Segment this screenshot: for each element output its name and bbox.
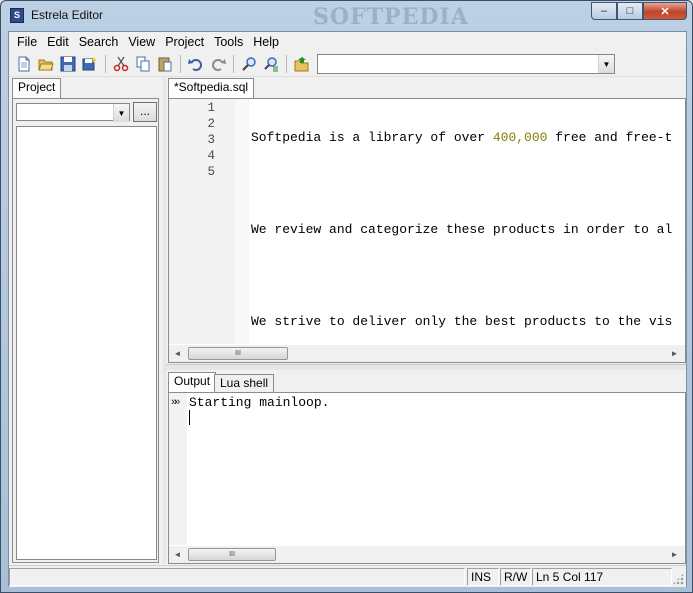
toolbar-separator [180,55,181,73]
tab-output[interactable]: Output [168,372,217,392]
line-number: 2 [207,117,215,131]
close-button[interactable]: ✕ [643,2,687,20]
menu-file[interactable]: File [12,35,42,49]
resize-grip-icon[interactable] [672,573,684,585]
chevron-down-icon[interactable]: ▼ [113,104,129,122]
open-project-icon[interactable] [291,53,313,75]
number-literal: 400,000 [492,130,548,145]
output-margin: »» [169,393,187,545]
line-number: 4 [207,149,215,163]
menu-view[interactable]: View [123,35,160,49]
code-line: Softpedia is a library of over 400,000 f… [251,130,673,145]
tab-project[interactable]: Project [12,78,62,98]
find-icon[interactable] [238,53,260,75]
editor-area: *Softpedia.sql 1 2 3 4 5 Softpedia is a … [166,77,686,364]
scroll-thumb[interactable]: III [188,548,276,561]
toolbar-combo[interactable]: ▼ [317,54,615,74]
menu-tools[interactable]: Tools [209,35,248,49]
output-area: Output Lua shell »» Starting mainloop. ◄… [166,371,686,564]
status-insert-mode: INS [467,568,499,586]
maximize-button[interactable]: □ [617,2,643,20]
paste-icon[interactable] [154,53,176,75]
browse-button[interactable]: ... [133,102,157,122]
output-body[interactable]: »» Starting mainloop. ◄ III ► [168,392,686,564]
editor-body[interactable]: 1 2 3 4 5 Softpedia is a library of over… [168,98,686,363]
scroll-right-icon[interactable]: ► [666,546,683,563]
chevron-down-icon[interactable]: ▼ [598,55,614,73]
copy-icon[interactable] [132,53,154,75]
project-body: ▼ ... [12,98,159,563]
output-horizontal-scrollbar[interactable]: ◄ III ► [169,546,685,563]
prompt-marker-icon: »» [171,396,180,408]
line-number: 3 [207,133,215,147]
project-dir-combo[interactable]: ▼ [16,103,130,122]
toolbar-separator [286,55,287,73]
scroll-right-icon[interactable]: ► [666,345,683,362]
scroll-left-icon[interactable]: ◄ [169,345,186,362]
redo-icon[interactable] [207,53,229,75]
find-in-files-icon[interactable] [260,53,282,75]
menu-project[interactable]: Project [160,35,209,49]
app-icon: S [10,8,24,23]
minimize-button[interactable]: – [591,2,617,20]
menu-edit[interactable]: Edit [42,35,74,49]
code-line: We strive to deliver only the best produ… [251,314,673,329]
undo-icon[interactable] [185,53,207,75]
project-panel: Project ▼ ... [9,77,162,564]
tab-softpedia-sql[interactable]: *Softpedia.sql [168,78,255,98]
menu-bar: File Edit Search View Project Tools Help [9,32,686,52]
scroll-left-icon[interactable]: ◄ [169,546,186,563]
text-caret [189,410,190,425]
toolbar-separator [105,55,106,73]
save-icon[interactable] [57,53,79,75]
line-number-gutter: 1 2 3 4 5 [169,99,235,344]
status-cursor-position: Ln 5 Col 117 [532,568,672,586]
app-window: S Estrela Editor SOFTPEDIA – □ ✕ File Ed… [0,0,693,593]
toolbar-separator [233,55,234,73]
open-file-icon[interactable] [35,53,57,75]
tab-lua-shell[interactable]: Lua shell [214,374,275,392]
save-all-icon[interactable] [79,53,101,75]
code-line: We review and categorize these products … [251,222,673,237]
window-title: Estrela Editor [31,8,104,22]
new-file-icon[interactable] [13,53,35,75]
status-access: R/W [500,568,531,586]
line-number: 1 [207,101,215,115]
code-text[interactable]: Softpedia is a library of over 400,000 f… [251,100,672,360]
title-bar[interactable]: S Estrela Editor SOFTPEDIA – □ ✕ [1,1,692,31]
status-bar: INS R/W Ln 5 Col 117 [9,565,686,587]
client-area: File Edit Search View Project Tools Help [8,31,687,587]
project-tree[interactable] [16,126,157,560]
editor-horizontal-scrollbar[interactable]: ◄ III ► [169,345,685,362]
watermark: SOFTPEDIA [313,4,469,30]
toolbar: ▼ [9,52,686,77]
line-number: 5 [207,165,215,179]
horizontal-splitter[interactable] [166,364,686,370]
fold-margin[interactable] [235,99,249,344]
output-text: Starting mainloop. [189,395,330,410]
cut-icon[interactable] [110,53,132,75]
status-message [9,568,465,586]
menu-help[interactable]: Help [248,35,284,49]
menu-search[interactable]: Search [74,35,124,49]
scroll-thumb[interactable]: III [188,347,288,360]
